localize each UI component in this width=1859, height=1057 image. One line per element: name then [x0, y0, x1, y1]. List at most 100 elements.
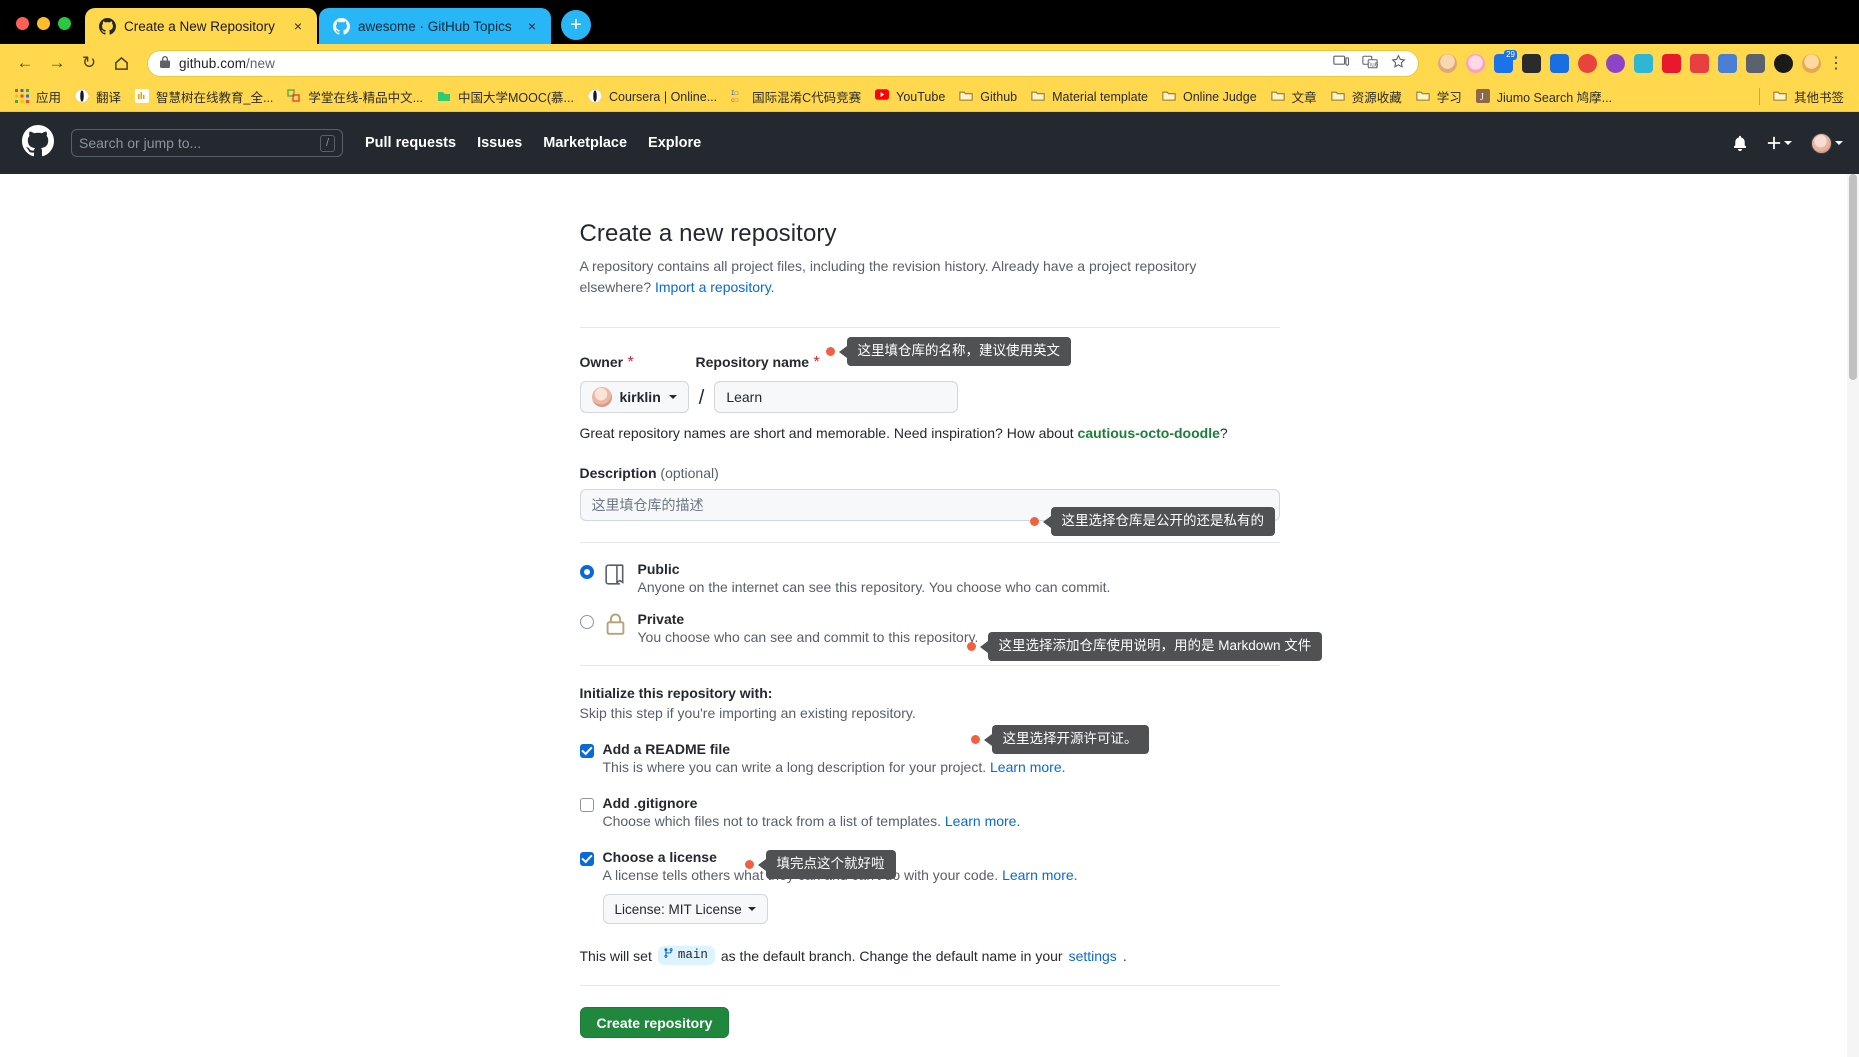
- extension-icon-4[interactable]: [1522, 53, 1541, 73]
- nav-issues[interactable]: Issues: [477, 135, 522, 151]
- gitignore-checkbox[interactable]: [579, 798, 594, 812]
- import-repository-link[interactable]: Import a repository.: [655, 279, 775, 295]
- owner-select-button[interactable]: kirklin: [579, 381, 689, 413]
- search-shortcut-badge: /: [319, 134, 335, 152]
- gitignore-row[interactable]: Add .gitignore Choose which files not to…: [579, 795, 1280, 829]
- plus-icon[interactable]: [1767, 136, 1792, 150]
- readme-learn-more-link[interactable]: Learn more.: [990, 759, 1065, 775]
- nav-pull-requests[interactable]: Pull requests: [365, 135, 456, 151]
- maximize-window-button[interactable]: [58, 17, 71, 30]
- browser-tab-2[interactable]: awesome · GitHub Topics ×: [319, 8, 551, 44]
- extension-icon-8[interactable]: [1634, 53, 1653, 73]
- extension-icon-6[interactable]: [1578, 53, 1597, 73]
- extension-icon-10[interactable]: [1690, 53, 1709, 73]
- nav-explore[interactable]: Explore: [648, 135, 701, 151]
- bookmark-label: 文章: [1291, 91, 1317, 105]
- create-repository-button[interactable]: Create repository: [579, 1007, 730, 1038]
- page-scrollbar[interactable]: [1847, 174, 1859, 1057]
- owner-value: kirklin: [619, 389, 661, 405]
- translate-globe-icon: [75, 89, 90, 104]
- license-checkbox[interactable]: [579, 852, 594, 866]
- address-bar[interactable]: github.com/new \u6587: [147, 49, 1419, 77]
- nav-marketplace[interactable]: Marketplace: [543, 135, 627, 151]
- bookmark-label: 学习: [1436, 91, 1462, 105]
- page-content: Create a new repository A repository con…: [0, 174, 1859, 1057]
- readme-row[interactable]: Add a README file This is where you can …: [579, 741, 1280, 775]
- bookmark-item[interactable]: 学堂在线-精品中文...: [280, 84, 430, 109]
- bookmark-label: 国际混淆C代码竞赛: [752, 91, 862, 105]
- search-input[interactable]: Search or jump to... /: [71, 129, 343, 157]
- extension-icon-2[interactable]: [1466, 53, 1485, 73]
- github-header-right: [1732, 132, 1843, 154]
- bookmark-item[interactable]: 中国大学MOOC(慕...: [430, 84, 581, 109]
- divider: [579, 542, 1280, 543]
- gitignore-learn-more-link[interactable]: Learn more.: [945, 813, 1020, 829]
- folder-icon: [1773, 89, 1788, 104]
- close-tab-button[interactable]: ×: [289, 17, 307, 35]
- close-tab-button[interactable]: ×: [523, 17, 541, 35]
- cast-icon[interactable]: [1333, 55, 1350, 71]
- window-controls[interactable]: [0, 17, 85, 44]
- suggested-repo-name[interactable]: cautious-octo-doodle: [1078, 425, 1220, 441]
- extension-icon-13[interactable]: [1774, 53, 1793, 73]
- bookmark-item[interactable]: J Jiumo Search 鸠摩...: [1469, 84, 1619, 109]
- scrollbar-thumb[interactable]: [1849, 174, 1857, 380]
- license-select-button[interactable]: License: MIT License: [602, 894, 768, 924]
- public-radio[interactable]: [579, 565, 594, 579]
- license-learn-more-link[interactable]: Learn more.: [1002, 867, 1077, 883]
- bookmark-item[interactable]: I□ c□ 国际混淆C代码竞赛: [724, 84, 868, 109]
- bookmark-folder[interactable]: Online Judge: [1155, 86, 1264, 107]
- browser-tab-1[interactable]: Create a New Repository ×: [85, 8, 317, 44]
- extension-icon-9[interactable]: [1662, 53, 1681, 73]
- readme-checkbox[interactable]: [579, 744, 594, 758]
- home-button[interactable]: [106, 48, 136, 78]
- bookmark-folder[interactable]: Github: [952, 86, 1024, 107]
- bookmark-folder[interactable]: 资源收藏: [1324, 84, 1409, 109]
- bookmark-folder[interactable]: Material template: [1024, 86, 1155, 107]
- initialize-sub: Skip this step if you're importing an ex…: [579, 705, 916, 721]
- bookmark-item[interactable]: 翻译: [68, 84, 128, 109]
- annotation-arrow: [1042, 515, 1051, 528]
- chevron-down-icon: [1784, 141, 1792, 145]
- annotation-bubble: 这里选择仓库是公开的还是私有的: [1050, 507, 1275, 536]
- license-row[interactable]: Choose a license A license tells others …: [579, 849, 1280, 883]
- bell-icon[interactable]: [1732, 135, 1748, 151]
- new-tab-button[interactable]: +: [561, 10, 591, 40]
- divider: [579, 985, 1280, 986]
- settings-link[interactable]: settings: [1069, 948, 1117, 964]
- extension-icon-1[interactable]: [1438, 53, 1457, 73]
- bookmark-item[interactable]: YouTube: [868, 86, 952, 107]
- translate-icon[interactable]: \u6587: [1362, 55, 1389, 72]
- bookmark-star-icon[interactable]: [1391, 54, 1406, 72]
- extension-icon-7[interactable]: [1606, 53, 1625, 73]
- description-optional-text: (optional): [660, 465, 719, 481]
- private-radio[interactable]: [579, 615, 594, 629]
- github-mark-icon[interactable]: [22, 124, 55, 162]
- close-window-button[interactable]: [16, 17, 29, 30]
- bookmark-item[interactable]: 应用: [8, 84, 68, 109]
- repository-name-input[interactable]: Learn: [714, 381, 959, 413]
- browser-menu-button[interactable]: ⋮: [1823, 53, 1849, 73]
- bookmark-folder[interactable]: 学习: [1409, 84, 1469, 109]
- visibility-public-row[interactable]: Public Anyone on the internet can see th…: [579, 561, 1280, 595]
- extension-icon-12[interactable]: [1746, 53, 1765, 73]
- extension-avatar-icon[interactable]: [1802, 53, 1821, 73]
- hint-prefix: Great repository names are short and mem…: [579, 425, 1074, 441]
- bookmark-folder[interactable]: 文章: [1264, 84, 1324, 109]
- site-icon: I□ c□: [731, 89, 746, 104]
- minimize-window-button[interactable]: [37, 17, 50, 30]
- bookmark-item[interactable]: 智慧树在线教育_全...: [128, 84, 280, 109]
- translate-globe-icon: [588, 89, 603, 104]
- extension-icon-5[interactable]: [1550, 53, 1569, 73]
- extension-icon-11[interactable]: [1718, 53, 1737, 73]
- gitignore-desc-text: Choose which files not to track from a l…: [602, 813, 941, 829]
- bookmark-folder-other[interactable]: 其他书签: [1766, 84, 1851, 109]
- bookmark-label: 中国大学MOOC(慕...: [458, 91, 574, 105]
- reload-button[interactable]: ↻: [74, 48, 104, 78]
- repo-book-icon: [604, 562, 628, 592]
- extension-icon-3[interactable]: 29: [1494, 49, 1517, 73]
- back-button[interactable]: ←: [10, 48, 40, 78]
- bookmark-item[interactable]: Coursera | Online...: [581, 86, 724, 107]
- avatar[interactable]: [1811, 132, 1843, 154]
- forward-button[interactable]: →: [42, 48, 72, 78]
